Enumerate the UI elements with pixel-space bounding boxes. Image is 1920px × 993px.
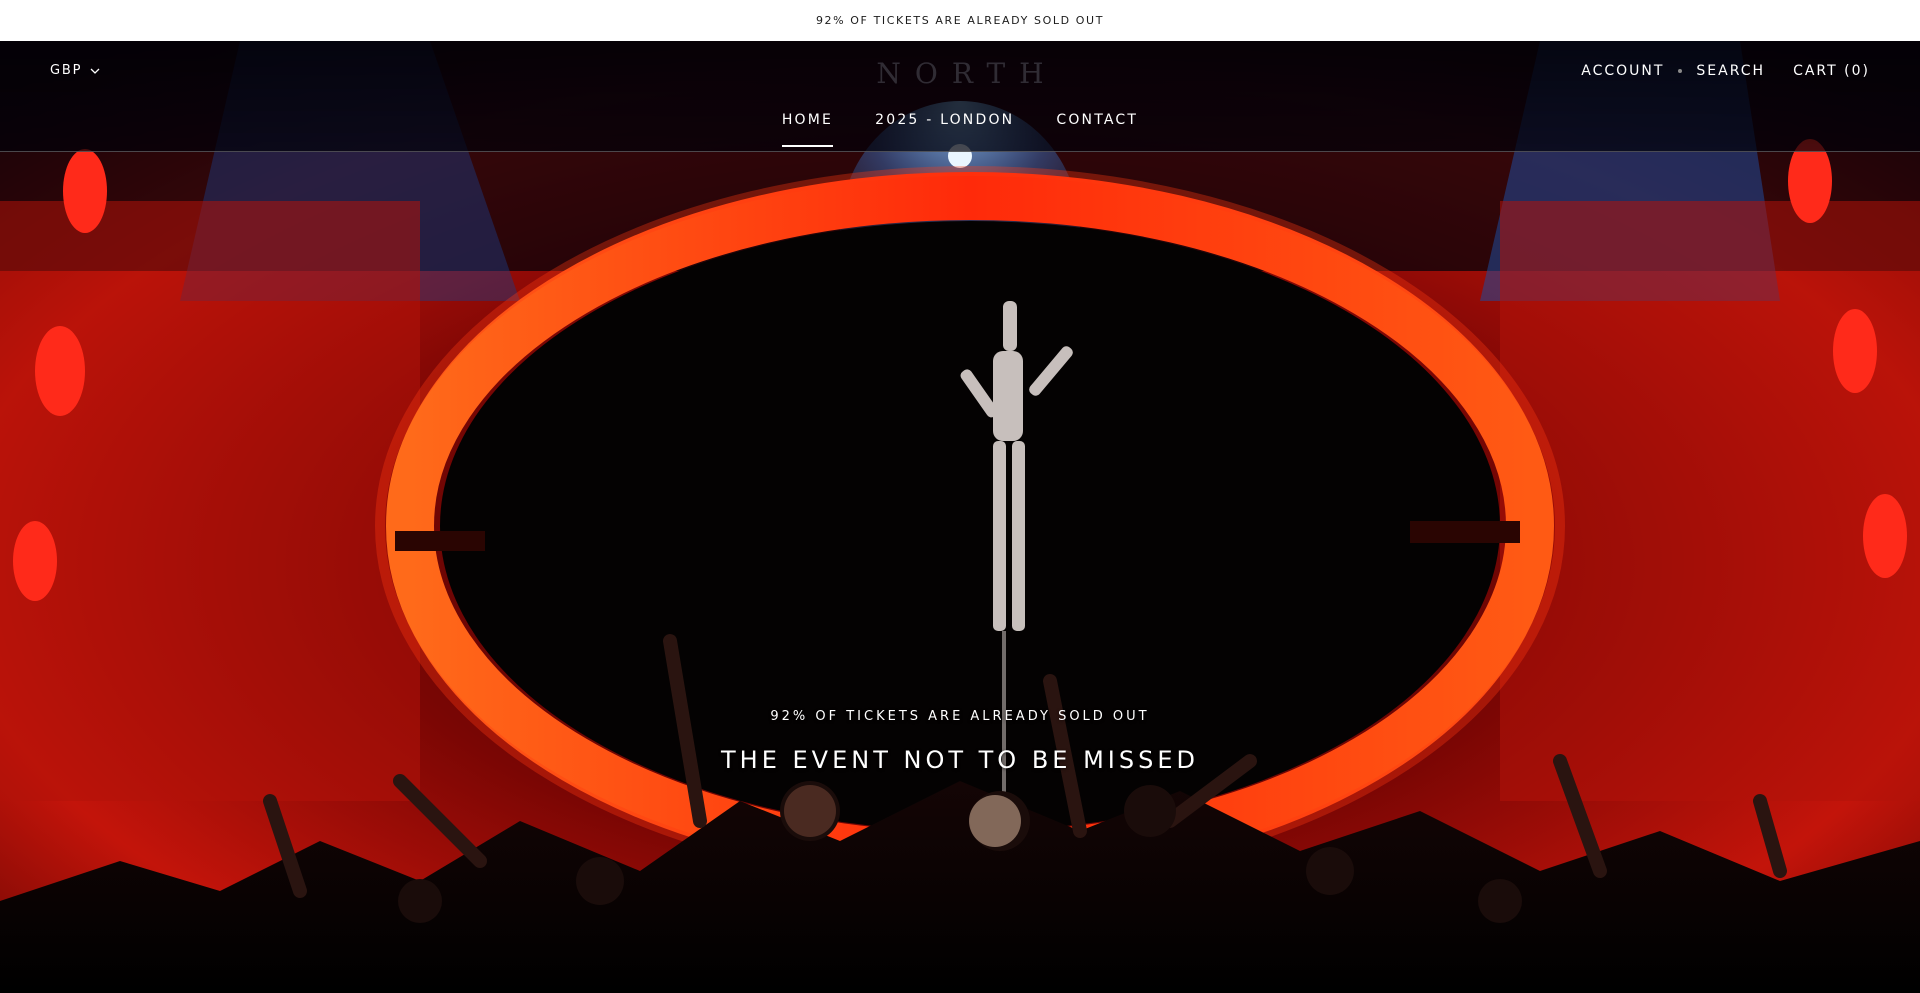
account-link[interactable]: ACCOUNT xyxy=(1581,63,1664,79)
site-logo[interactable]: NORTH xyxy=(860,57,1060,90)
currency-selector[interactable]: GBP xyxy=(50,63,100,78)
announcement-text: 92% OF TICKETS ARE ALREADY SOLD OUT xyxy=(815,14,1105,27)
nav-item-home[interactable]: HOME xyxy=(781,112,834,147)
cart-link[interactable]: CART (0) xyxy=(1793,63,1870,79)
separator-dot xyxy=(1678,69,1683,73)
nav-item-contact[interactable]: CONTACT xyxy=(1056,112,1138,146)
site-header: GBP NORTH ACCOUNT SEARCH CART (0) HOME 2… xyxy=(0,41,1920,152)
nav-item-2025-london[interactable]: 2025 - LONDON xyxy=(875,112,1014,146)
announcement-bar: 92% OF TICKETS ARE ALREADY SOLD OUT xyxy=(0,0,1920,41)
search-link[interactable]: SEARCH xyxy=(1696,63,1765,79)
cart-count: (0) xyxy=(1844,63,1870,79)
main-navigation: HOME 2025 - LONDON CONTACT xyxy=(0,112,1920,147)
chevron-down-icon xyxy=(90,68,100,74)
hero-background-image xyxy=(0,41,1920,993)
cart-label: CART xyxy=(1793,63,1838,79)
hero-subheading: 92% OF TICKETS ARE ALREADY SOLD OUT xyxy=(770,709,1150,724)
header-actions: ACCOUNT SEARCH CART (0) xyxy=(1581,63,1870,79)
hero-heading: THE EVENT NOT TO BE MISSED xyxy=(721,746,1199,774)
currency-label: GBP xyxy=(50,63,83,78)
hero-banner: 92% OF TICKETS ARE ALREADY SOLD OUT THE … xyxy=(0,41,1920,993)
